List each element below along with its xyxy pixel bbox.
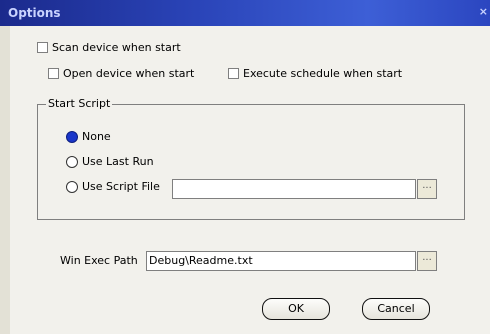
title-bar[interactable]: Options × xyxy=(0,0,490,26)
window-title: Options xyxy=(8,6,61,20)
scan-device-checkbox[interactable]: Scan device when start xyxy=(37,41,181,54)
checkbox-label: Open device when start xyxy=(63,67,195,80)
cancel-button[interactable]: Cancel xyxy=(362,298,430,320)
radio-selected-icon[interactable] xyxy=(66,130,78,143)
checkbox-box[interactable] xyxy=(37,42,48,53)
checkbox-box[interactable] xyxy=(48,68,59,79)
checkbox-box[interactable] xyxy=(228,68,239,79)
script-file-input[interactable] xyxy=(172,179,416,199)
checkbox-label: Execute schedule when start xyxy=(243,67,403,80)
radio-icon[interactable] xyxy=(66,180,78,193)
radio-use-last-run[interactable]: Use Last Run xyxy=(66,155,154,168)
open-device-checkbox[interactable]: Open device when start xyxy=(48,67,194,80)
win-exec-browse-button[interactable]: ... xyxy=(417,251,437,271)
left-frame xyxy=(0,26,10,334)
radio-use-script-file[interactable]: Use Script File xyxy=(66,180,160,193)
close-icon[interactable]: × xyxy=(479,5,488,18)
radio-none[interactable]: None xyxy=(66,130,111,143)
group-legend: Start Script xyxy=(46,97,113,110)
checkbox-label: Scan device when start xyxy=(52,41,181,54)
radio-label: Use Script File xyxy=(82,180,160,193)
radio-label: Use Last Run xyxy=(82,155,154,168)
ok-button[interactable]: OK xyxy=(262,298,330,320)
win-exec-path-input[interactable]: Debug\Readme.txt xyxy=(146,251,416,271)
execute-schedule-checkbox[interactable]: Execute schedule when start xyxy=(228,67,402,80)
script-file-browse-button[interactable]: ... xyxy=(417,179,437,199)
win-exec-path-label: Win Exec Path xyxy=(60,254,138,267)
radio-icon[interactable] xyxy=(66,155,78,168)
radio-label: None xyxy=(82,130,111,143)
